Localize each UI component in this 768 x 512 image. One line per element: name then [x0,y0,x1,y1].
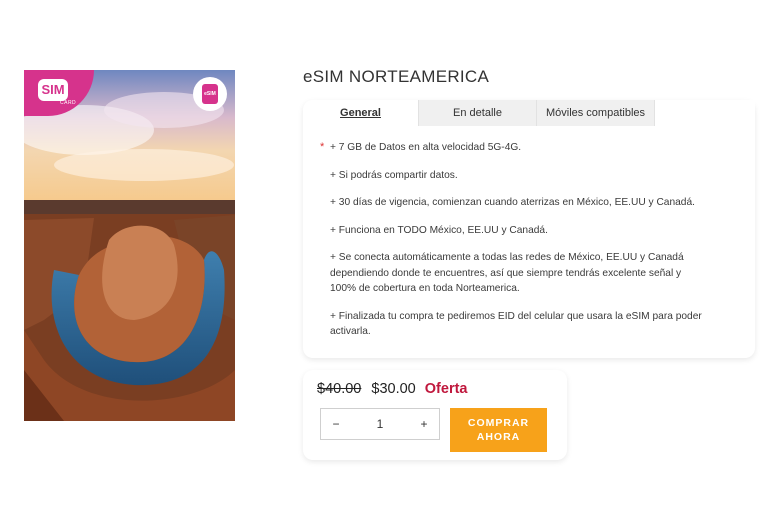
product-title: eSIM NORTEAMERICA [303,67,490,86]
tab-bar: General En detalle Móviles compatibles [303,100,755,126]
canyon-photo [24,70,235,421]
old-price: $40.00 [317,381,362,397]
feature-text: + 7 GB de Datos en alta velocidad 5G-4G. [330,142,522,153]
required-asterisk: * [320,141,325,153]
feature-item: + Se conecta automáticamente a todas las… [321,250,708,297]
buy-now-button[interactable]: COMPRAR AHORA [450,408,547,452]
esim-chip-label: eSIM [202,84,218,104]
feature-item: + Si podrás compartir datos. [321,168,708,184]
tab-en-detalle[interactable]: En detalle [419,100,537,126]
feature-item: + Funciona en TODO México, EE.UU y Canad… [321,223,708,239]
sim-logo-text: SIM [38,79,68,101]
quantity-stepper: − 1 + [320,408,440,440]
esim-chip-icon: eSIM [193,77,227,111]
tab-bar-spacer [655,100,755,126]
feature-text: + Funciona en TODO México, EE.UU y Canad… [330,224,548,236]
feature-text: + Finalizada tu compra te pediremos EID … [330,310,702,338]
feature-text: + Se conecta automáticamente a todas las… [330,252,684,294]
quantity-increase-button[interactable]: + [409,417,439,431]
quantity-decrease-button[interactable]: − [321,417,351,431]
tab-moviles-compatibles[interactable]: Móviles compatibles [537,100,655,126]
feature-item: + Finalizada tu compra te pediremos EID … [321,309,708,340]
sim-logo-subtext: CARD [60,100,77,106]
feature-item: + 30 días de vigencia, comienzan cuando … [321,195,708,211]
price-row: $40.00 $30.00 Oferta [317,381,468,397]
tab-content-general: * + 7 GB de Datos en alta velocidad 5G-4… [303,126,755,340]
feature-text: + Si podrás compartir datos. [330,169,458,181]
quantity-input[interactable]: 1 [351,417,409,431]
sale-price: $30.00 [371,381,416,397]
product-tabs-panel: General En detalle Móviles compatibles *… [303,100,755,358]
product-image: SIM CARD eSIM [24,70,235,421]
purchase-panel: $40.00 $30.00 Oferta − 1 + COMPRAR AHORA [303,370,567,460]
feature-text: + 30 días de vigencia, comienzan cuando … [330,197,695,208]
sale-label: Oferta [424,381,468,397]
tab-general[interactable]: General [303,100,419,126]
feature-item: * + 7 GB de Datos en alta velocidad 5G-4… [320,140,708,156]
